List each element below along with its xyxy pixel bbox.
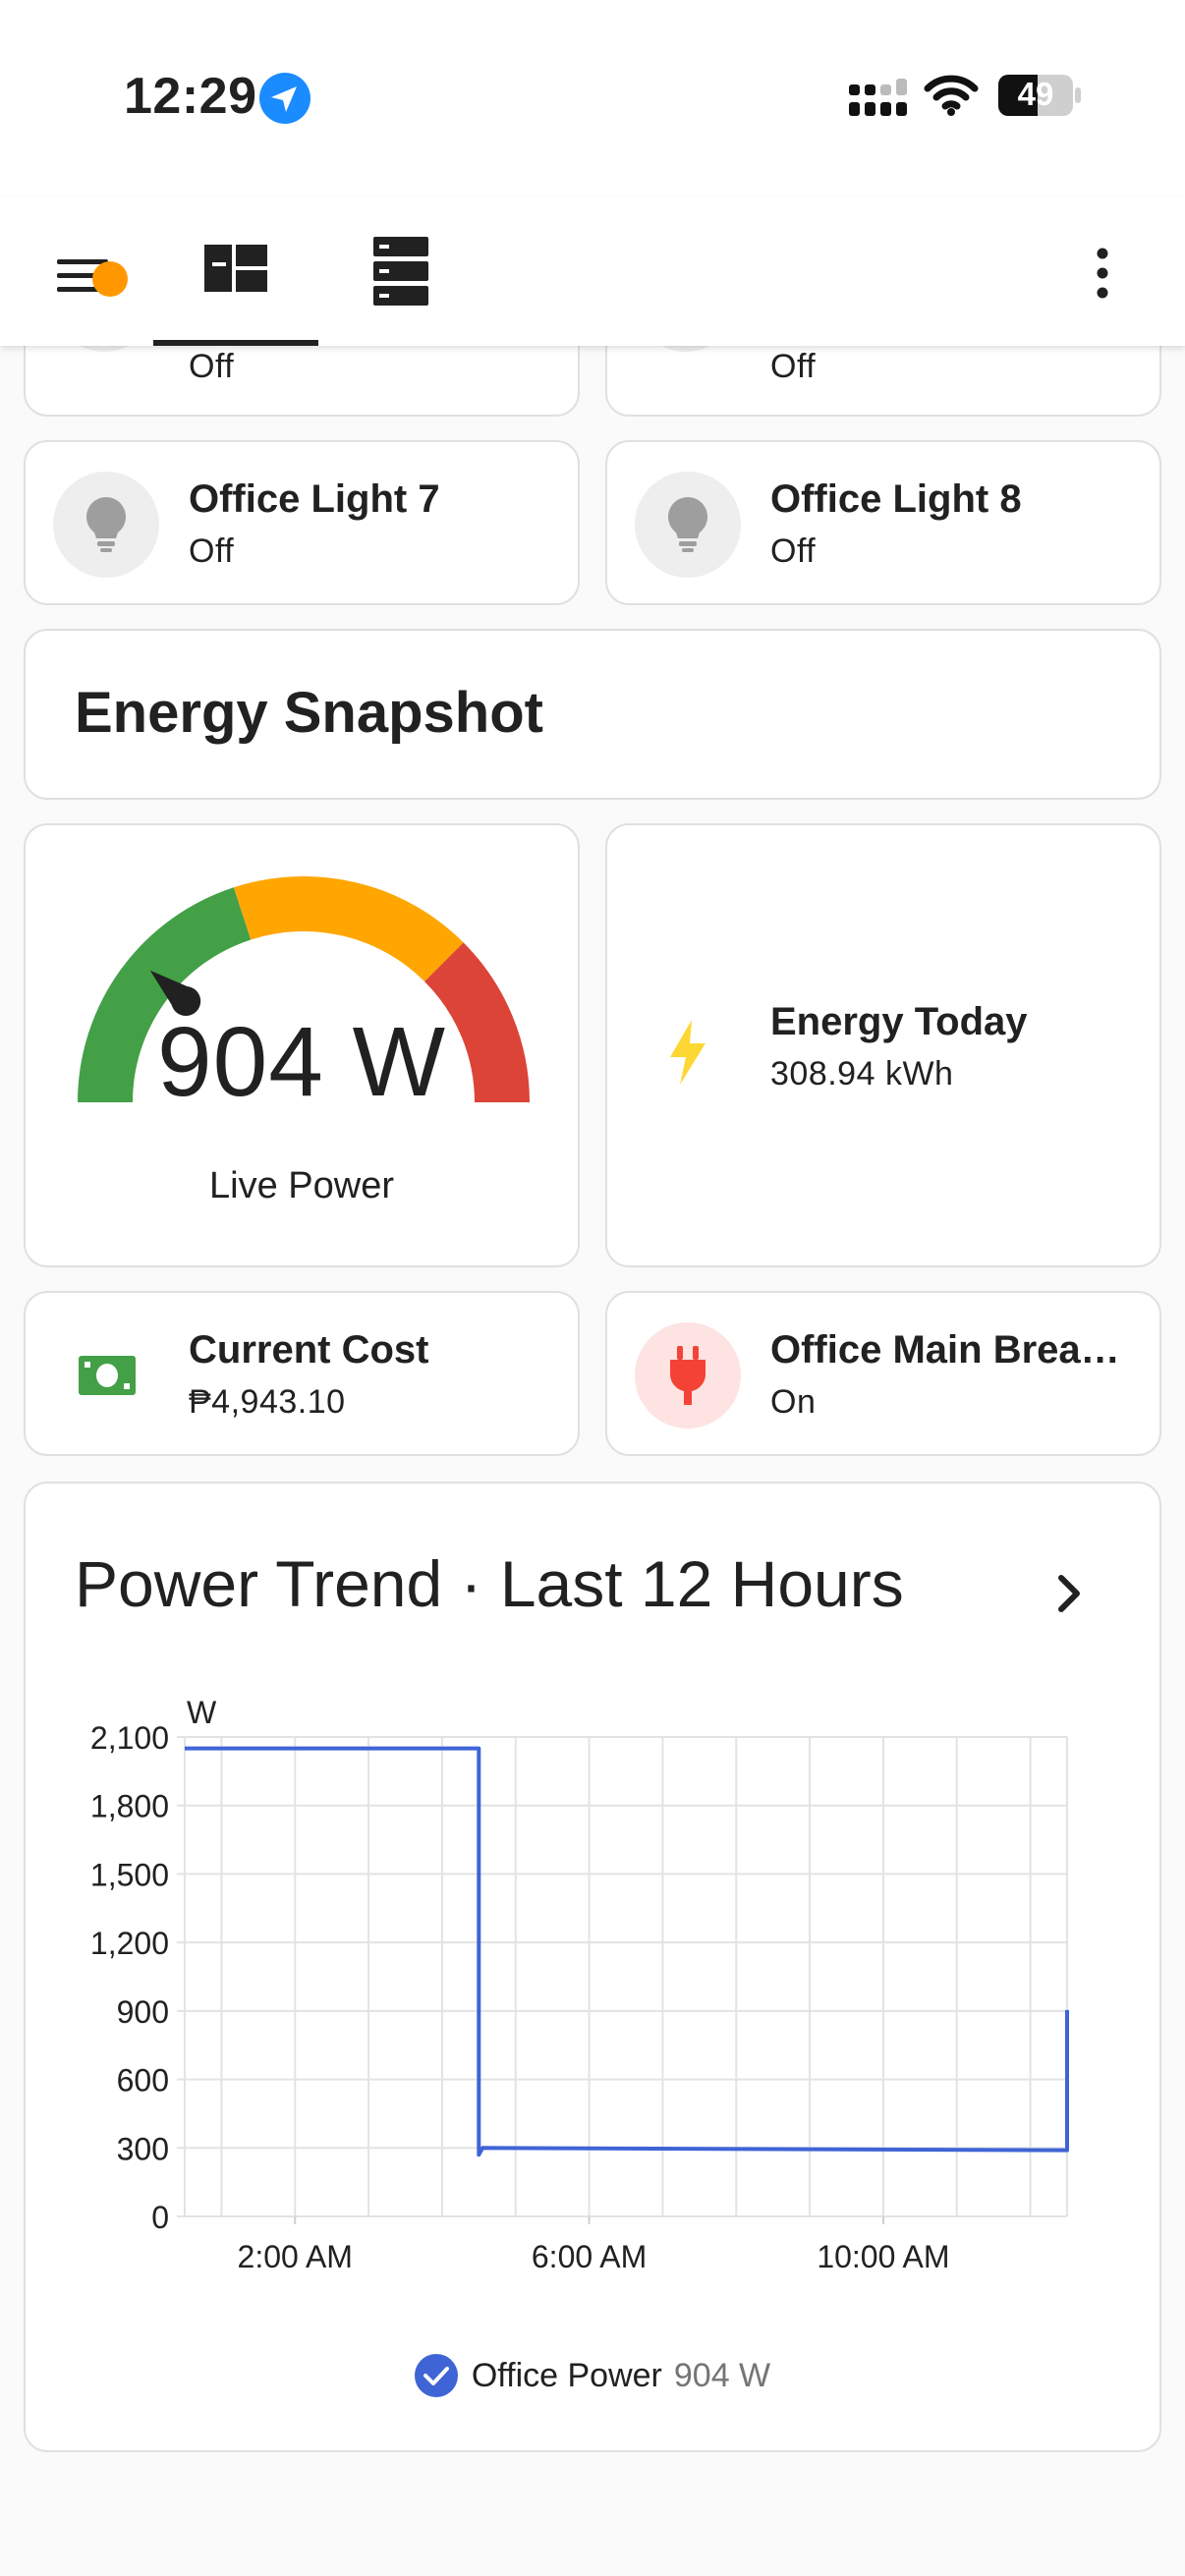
y-tick-label: 0 bbox=[151, 2200, 169, 2235]
tile-state: 308.94 kWh bbox=[770, 1055, 954, 1092]
more-vert-icon bbox=[1097, 248, 1108, 299]
legend-series-name: Office Power bbox=[471, 2356, 662, 2394]
tile-state: Off bbox=[770, 348, 817, 385]
status-time: 12:29 bbox=[124, 68, 257, 125]
tile-name: Office Main Brea… bbox=[770, 1328, 1120, 1372]
legend-check-icon bbox=[414, 2354, 458, 2397]
entities-icon bbox=[373, 237, 428, 306]
gauge-segment-2 bbox=[233, 876, 464, 982]
dashboard-icon bbox=[204, 245, 267, 292]
gauge-label: Live Power bbox=[209, 1165, 394, 1206]
battery-level: 49 bbox=[1017, 76, 1054, 112]
breaker-toggle[interactable] bbox=[635, 1322, 741, 1428]
office-main-breaker-card[interactable]: Office Main Brea… On bbox=[605, 1291, 1161, 1456]
tile-state: Off bbox=[189, 348, 235, 385]
power-trend-card: Power Trend · Last 12 Hours 0 300 600 900 1,… bbox=[24, 1482, 1161, 2452]
tile-name: Office Light 7 bbox=[189, 477, 440, 521]
power-trend-chart: 0 300 600 900 1,200 1,500 1,800 2,100 2:00 AM 6:0… bbox=[90, 1695, 1069, 2274]
lightning-icon bbox=[670, 1020, 705, 1085]
tile-state: Off bbox=[189, 532, 235, 570]
x-tick-label: 6:00 AM bbox=[532, 2239, 647, 2274]
tile-state: On bbox=[770, 1383, 817, 1421]
chart-legend[interactable]: Office Power 904 W bbox=[26, 2354, 1159, 2397]
legend-series-value: 904 W bbox=[673, 2356, 771, 2394]
app-bar bbox=[0, 196, 1185, 346]
menu-button[interactable] bbox=[51, 234, 130, 312]
current-cost-card[interactable]: Current Cost ₱4,943.10 bbox=[24, 1291, 580, 1456]
tile-office-light-8[interactable]: Office Light 8 Off bbox=[605, 440, 1161, 605]
wifi-icon bbox=[924, 75, 979, 116]
cash-icon bbox=[79, 1356, 136, 1395]
x-tick-label: 2:00 AM bbox=[238, 2239, 353, 2274]
lightbulb-icon[interactable] bbox=[635, 472, 741, 578]
y-tick-label: 1,500 bbox=[90, 1857, 169, 1892]
tile-name: Current Cost bbox=[189, 1328, 429, 1372]
gauge-value: 904 W bbox=[156, 1007, 446, 1117]
more-options-button[interactable] bbox=[1071, 234, 1134, 312]
cellular-signal-icon bbox=[849, 79, 907, 116]
location-arrow-icon bbox=[259, 73, 310, 124]
y-tick-label: 300 bbox=[117, 2131, 169, 2166]
live-power-gauge-card[interactable]: 904 W Live Power bbox=[24, 823, 580, 1267]
y-tick-label: 2,100 bbox=[90, 1720, 169, 1756]
tile-name: Office Light 8 bbox=[770, 477, 1022, 521]
y-tick-label: 600 bbox=[117, 2063, 169, 2099]
energy-today-card[interactable]: Energy Today 308.94 kWh bbox=[605, 823, 1161, 1267]
y-tick-label: 1,800 bbox=[90, 1789, 169, 1824]
bulb-glyph bbox=[86, 497, 126, 552]
bulb-glyph bbox=[668, 497, 707, 552]
tab-entities[interactable] bbox=[318, 196, 483, 346]
x-tick-label: 10:00 AM bbox=[817, 2239, 949, 2274]
energy-snapshot-header: Energy Snapshot bbox=[24, 629, 1161, 800]
power-plug-icon bbox=[670, 1346, 705, 1405]
series-line-office-power bbox=[185, 1746, 1069, 2157]
status-bar: 12:29 49 bbox=[0, 0, 1185, 196]
section-title: Energy Snapshot bbox=[75, 681, 543, 745]
y-tick-label: 900 bbox=[117, 1994, 169, 2030]
tile-state: ₱4,943.10 bbox=[189, 1383, 346, 1421]
tile-office-light-7[interactable]: Office Light 7 Off bbox=[24, 440, 580, 605]
notification-badge bbox=[92, 261, 128, 297]
tab-dashboard[interactable] bbox=[153, 196, 318, 346]
y-tick-label: 1,200 bbox=[90, 1926, 169, 1961]
battery-indicator: 49 bbox=[998, 75, 1081, 116]
lightbulb-icon[interactable] bbox=[53, 472, 159, 578]
tile-name: Energy Today bbox=[770, 1000, 1028, 1043]
tile-state: Off bbox=[770, 532, 817, 570]
y-axis-label: W bbox=[187, 1695, 217, 1730]
